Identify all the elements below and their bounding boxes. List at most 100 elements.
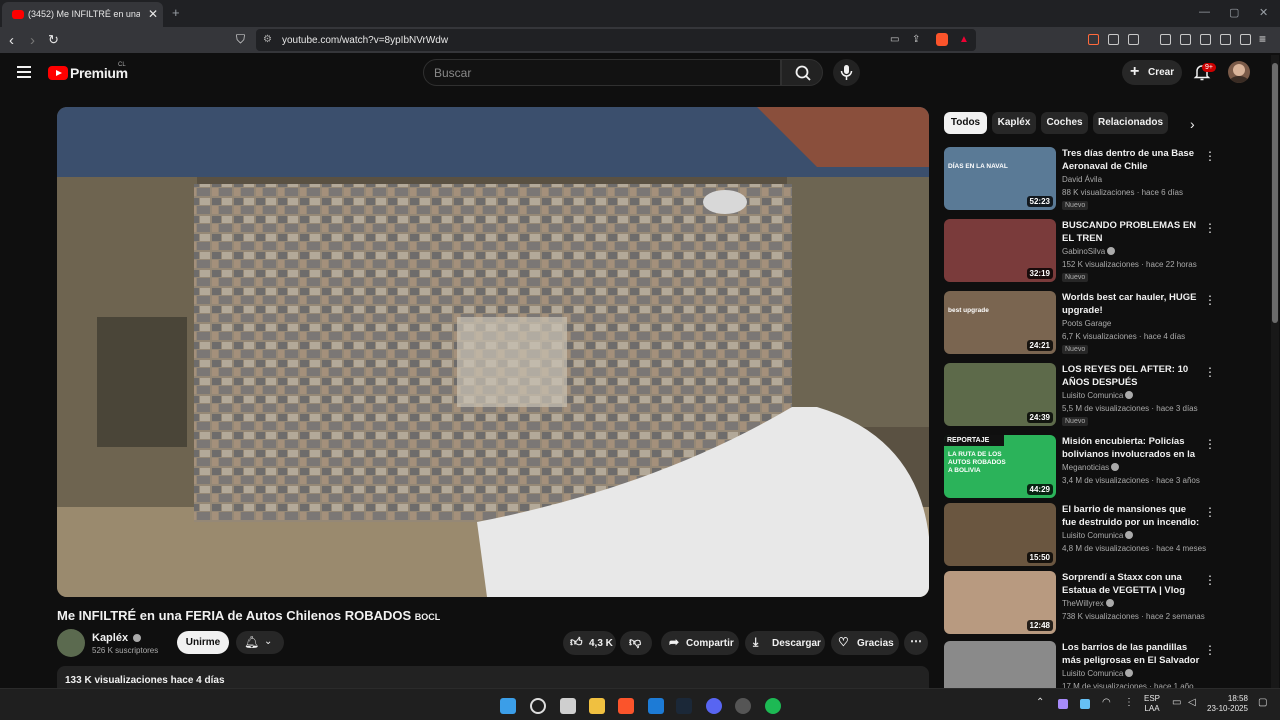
chevron-right-icon[interactable]: › xyxy=(1190,116,1195,132)
reload-icon[interactable]: ↻ xyxy=(48,32,59,48)
wallet-icon[interactable] xyxy=(1200,34,1211,45)
tray-steam-icon[interactable] xyxy=(1080,699,1090,709)
recommendation-channel[interactable]: Luisito Comunica xyxy=(1062,669,1134,678)
more-vert-icon[interactable]: ⋮ xyxy=(1204,293,1216,307)
brave-shield-icon[interactable] xyxy=(936,33,948,46)
video-thumbnail[interactable]: 24:39 xyxy=(944,363,1056,426)
maximize-icon[interactable]: ▢ xyxy=(1229,6,1239,19)
headset-icon[interactable]: ◠ xyxy=(1102,697,1111,708)
bookmark-icon[interactable]: ⛉ xyxy=(236,32,245,47)
chip-relacionados[interactable]: Relacionados xyxy=(1093,112,1168,134)
create-button[interactable]: + Crear xyxy=(1122,60,1182,85)
search-input[interactable] xyxy=(434,66,764,80)
screenshot-icon[interactable] xyxy=(1128,34,1139,45)
recommendation-item[interactable]: 15:50 El barrio de mansiones que fue dest… xyxy=(944,503,1219,569)
chip-coches[interactable]: Coches xyxy=(1041,112,1088,134)
video-thumbnail[interactable]: 12:48 xyxy=(944,571,1056,634)
recommendation-title[interactable]: LOS REYES DEL AFTER: 10 AÑOS DESPUÉS xyxy=(1062,363,1202,389)
more-vert-icon[interactable]: ⋮ xyxy=(1204,437,1216,451)
like-button[interactable]: 👍︎ 4,3 K xyxy=(563,631,616,655)
recommendation-channel[interactable]: Luisito Comunica xyxy=(1062,531,1134,540)
video-thumbnail[interactable]: REPORTAJE LA RUTA DE LOS AUTOS ROBADOS A … xyxy=(944,435,1056,498)
recommendation-item[interactable]: REPORTAJE LA RUTA DE LOS AUTOS ROBADOS A … xyxy=(944,435,1219,501)
scrollbar-thumb[interactable] xyxy=(1272,63,1278,323)
language-indicator[interactable]: ESP LAA xyxy=(1144,694,1160,714)
chip-todos[interactable]: Todos xyxy=(944,112,987,134)
recommendation-title[interactable]: Sorprendí a Staxx con una Estatua de VEG… xyxy=(1062,571,1202,597)
mic-tray-icon[interactable]: ⋮ xyxy=(1124,697,1134,708)
brave-browser-icon[interactable] xyxy=(618,698,634,714)
recommendation-item[interactable]: 24:39 LOS REYES DEL AFTER: 10 AÑOS DESPUÉ… xyxy=(944,363,1219,429)
discord-icon[interactable] xyxy=(706,698,722,714)
spotify-icon[interactable] xyxy=(765,698,781,714)
hamburger-menu-icon[interactable] xyxy=(17,66,31,81)
windows-start-icon[interactable] xyxy=(500,698,516,714)
recommendation-title[interactable]: BUSCANDO PROBLEMAS EN EL TREN xyxy=(1062,219,1202,245)
close-window-icon[interactable]: ✕ xyxy=(1259,6,1268,19)
new-tab-button[interactable]: + xyxy=(172,5,180,20)
recommendation-title[interactable]: Tres días dentro de una Base Aeronaval d… xyxy=(1062,147,1202,173)
file-explorer-icon[interactable] xyxy=(589,698,605,714)
recommendation-channel[interactable]: Luisito Comunica xyxy=(1062,391,1134,400)
tray-app-icon[interactable] xyxy=(1058,699,1068,709)
channel-avatar[interactable] xyxy=(57,629,85,657)
sidebar-icon[interactable] xyxy=(1180,34,1191,45)
menu-icon[interactable]: ≡ xyxy=(1259,32,1266,46)
tray-chevron-icon[interactable]: ⌃ xyxy=(1036,697,1044,708)
search-icon[interactable] xyxy=(530,698,546,714)
recommendation-channel[interactable]: David Ávila xyxy=(1062,175,1102,184)
chip-kaplex[interactable]: Kapléx xyxy=(992,112,1036,134)
voice-search-button[interactable] xyxy=(833,59,860,86)
thanks-button[interactable]: ♡ Gracias xyxy=(831,631,899,655)
steam-icon[interactable] xyxy=(676,698,692,714)
recommendation-item[interactable]: 32:19 BUSCANDO PROBLEMAS EN EL TREN Gabino… xyxy=(944,219,1219,285)
minimize-icon[interactable]: — xyxy=(1199,6,1210,18)
extension-icon[interactable] xyxy=(1088,34,1099,45)
subscription-bell-button[interactable]: 🔔︎ ⌄ xyxy=(236,631,284,654)
recommendation-item[interactable]: DÍAS EN LA NAVAL 52:23 Tres días dentro de… xyxy=(944,147,1219,213)
channel-name[interactable]: Kapléx xyxy=(92,632,142,644)
share-icon[interactable]: ⇪ xyxy=(912,34,920,45)
more-vert-icon[interactable]: ⋮ xyxy=(1204,573,1216,587)
video-player[interactable] xyxy=(57,107,929,597)
recommendation-channel[interactable]: TheWillyrex xyxy=(1062,599,1114,608)
task-view-icon[interactable] xyxy=(560,698,576,714)
video-thumbnail[interactable]: best upgrade 24:21 xyxy=(944,291,1056,354)
more-vert-icon[interactable]: ⋮ xyxy=(1204,221,1216,235)
brave-rewards-icon[interactable]: ▲ xyxy=(959,34,969,45)
more-vert-icon[interactable]: ⋮ xyxy=(1204,365,1216,379)
recommendation-title[interactable]: El barrio de mansiones que fue destruido… xyxy=(1062,503,1202,529)
video-thumbnail[interactable]: 32:19 xyxy=(944,219,1056,282)
vpn-icon[interactable] xyxy=(1240,34,1251,45)
page-scrollbar[interactable] xyxy=(1271,55,1279,688)
recommendation-channel[interactable]: GabinoSilva xyxy=(1062,247,1116,256)
avatar[interactable] xyxy=(1228,61,1250,83)
recommendation-title[interactable]: Misión encubierta: Policías bolivianos i… xyxy=(1062,435,1202,461)
site-info-icon[interactable]: ⚙ xyxy=(263,34,272,45)
notification-center-icon[interactable]: ▢ xyxy=(1258,697,1267,708)
more-vert-icon[interactable]: ⋮ xyxy=(1204,505,1216,519)
recommendation-title[interactable]: Worlds best car hauler, HUGE upgrade! xyxy=(1062,291,1202,317)
video-thumbnail[interactable]: 15:50 xyxy=(944,503,1056,566)
recommendation-title[interactable]: Los barrios de las pandillas más peligro… xyxy=(1062,641,1202,667)
volume-icon[interactable]: ◁ xyxy=(1188,697,1196,708)
clock[interactable]: 18:58 23-10-2025 xyxy=(1207,694,1248,714)
search-button[interactable] xyxy=(781,59,823,86)
music-icon[interactable] xyxy=(1160,34,1171,45)
browser-tab[interactable]: (3452) Me INFILTRÉ en una FERIA ✕ xyxy=(2,2,163,27)
photos-icon[interactable] xyxy=(648,698,664,714)
dislike-button[interactable]: 👎︎ xyxy=(620,631,652,655)
forward-icon[interactable]: › xyxy=(30,32,35,49)
share-button[interactable]: ➦ Compartir xyxy=(661,631,739,655)
cast-icon[interactable]: ▭ xyxy=(890,34,899,45)
url-bar[interactable]: ⚙ youtube.com/watch?v=8ypIbNVrWdw ▭ ⇪ ▲ xyxy=(256,29,976,51)
more-vert-icon[interactable]: ⋮ xyxy=(1204,149,1216,163)
recommendation-item[interactable]: best upgrade 24:21 Worlds best car hauler,… xyxy=(944,291,1219,357)
network-icon[interactable]: ▭ xyxy=(1172,697,1181,708)
more-actions-button[interactable]: ⋯ xyxy=(904,631,928,655)
recommendation-item[interactable]: 12:48 Sorprendí a Staxx con una Estatua d… xyxy=(944,571,1219,637)
recommendation-channel[interactable]: Poots Garage xyxy=(1062,319,1111,328)
download-button[interactable]: ⤓ Descargar xyxy=(745,631,825,655)
ai-icon[interactable] xyxy=(1220,34,1231,45)
extensions-puzzle-icon[interactable] xyxy=(1108,34,1119,45)
